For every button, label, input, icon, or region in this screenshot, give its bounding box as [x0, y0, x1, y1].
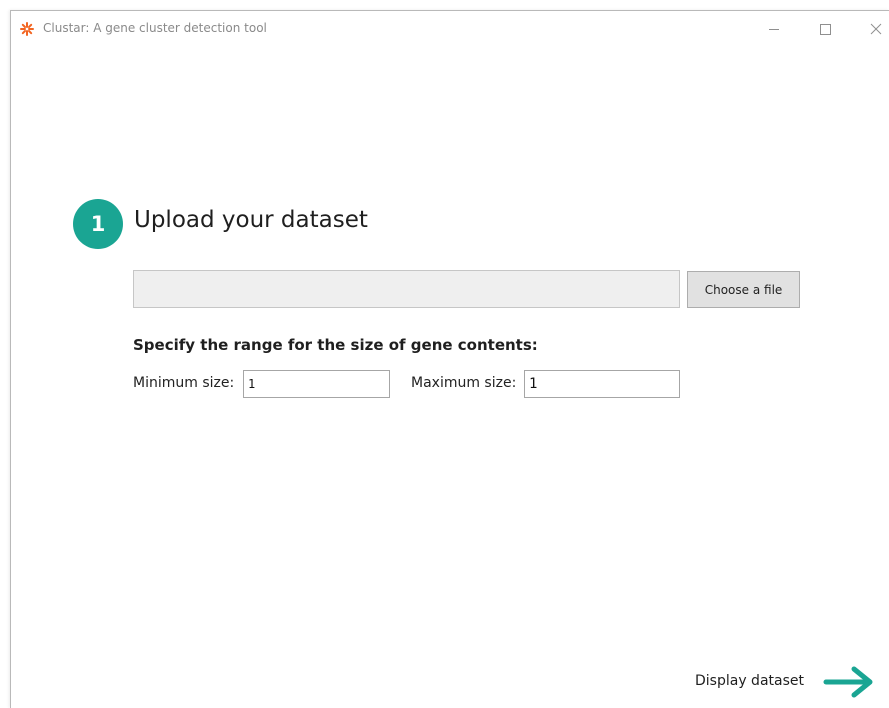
maximum-size-input[interactable]	[524, 370, 680, 398]
arrow-right-icon[interactable]	[823, 665, 875, 699]
minimum-size-input[interactable]	[243, 370, 390, 398]
maximize-icon[interactable]	[810, 17, 840, 41]
minimize-icon[interactable]	[759, 17, 789, 41]
clustar-star-icon	[20, 22, 34, 36]
display-dataset-label: Display dataset	[695, 673, 804, 689]
step-title: Upload your dataset	[134, 207, 368, 233]
file-path-field[interactable]	[133, 270, 680, 308]
step-number-badge: 1	[73, 199, 123, 249]
title-bar: Clustar: A gene cluster detection tool	[11, 11, 889, 47]
minimum-size-label: Minimum size:	[133, 375, 235, 391]
maximum-size-label: Maximum size:	[411, 375, 517, 391]
choose-file-button[interactable]: Choose a file	[687, 271, 800, 308]
window-title: Clustar: A gene cluster detection tool	[43, 21, 267, 35]
app-window: Clustar: A gene cluster detection tool 1…	[10, 10, 889, 708]
close-icon[interactable]	[861, 17, 889, 41]
size-range-heading: Specify the range for the size of gene c…	[133, 336, 538, 354]
